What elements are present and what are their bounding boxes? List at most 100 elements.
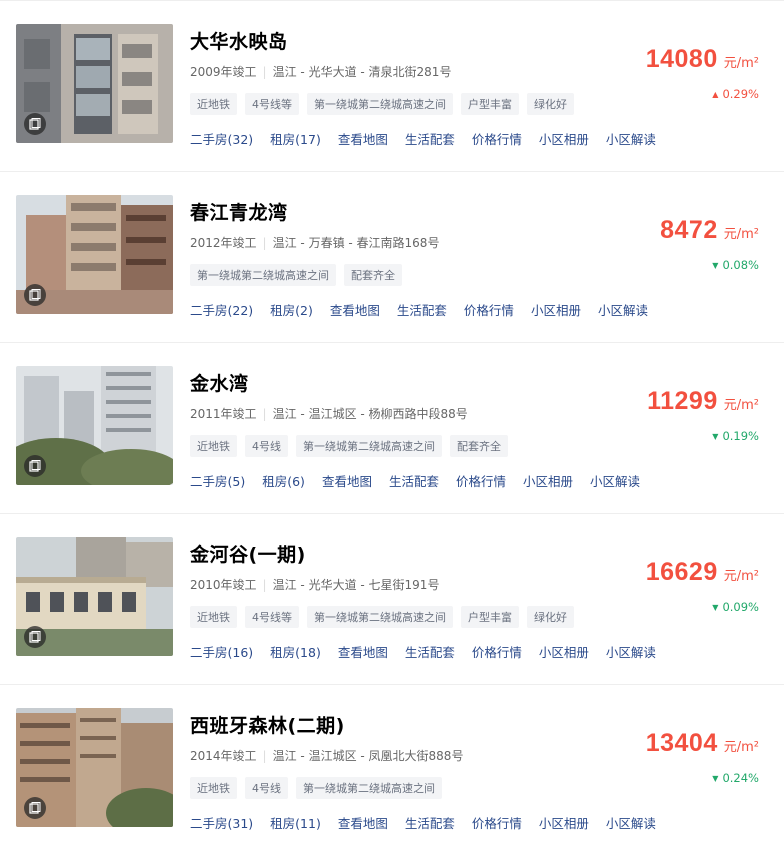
tag: 近地铁 [190, 93, 237, 115]
change-value: 0.08% [722, 258, 759, 272]
action-links: 二手房(5) 租房(6) 查看地图 生活配套 价格行情 小区相册 小区解读 [190, 471, 657, 490]
price-value: 14080 [645, 45, 718, 73]
district: 温江 [272, 749, 297, 763]
photo-album-icon[interactable] [24, 626, 46, 648]
arrow-up-icon: ▲ [712, 90, 719, 99]
address: 温江城区 - 凤凰北大街888号 [308, 749, 464, 763]
community-name[interactable]: 西班牙森林(二期) [190, 711, 345, 738]
link-analysis[interactable]: 小区解读 [598, 300, 648, 319]
tag: 4号线 [245, 777, 288, 799]
link-analysis[interactable]: 小区解读 [590, 471, 640, 490]
link-analysis[interactable]: 小区解读 [606, 813, 656, 832]
change-value: 0.24% [722, 771, 759, 785]
arrow-down-icon: ▼ [712, 261, 719, 270]
tag: 近地铁 [190, 606, 237, 628]
action-links: 二手房(22) 租房(2) 查看地图 生活配套 价格行情 小区相册 小区解读 [190, 300, 665, 319]
link-album[interactable]: 小区相册 [539, 129, 589, 148]
photo-album-icon[interactable] [24, 797, 46, 819]
community-name[interactable]: 大华水映岛 [190, 27, 288, 54]
link-amenities[interactable]: 生活配套 [405, 642, 455, 661]
link-map[interactable]: 查看地图 [338, 129, 388, 148]
link-price-trend[interactable]: 价格行情 [456, 471, 506, 490]
link-second-hand[interactable]: 二手房(22) [190, 300, 253, 319]
district: 温江 [272, 578, 297, 592]
tag: 第一绕城第二绕城高速之间 [307, 606, 453, 628]
community-name[interactable]: 春江青龙湾 [190, 198, 288, 225]
community-photo[interactable] [16, 537, 173, 656]
tag: 近地铁 [190, 777, 237, 799]
link-rental[interactable]: 租房(2) [270, 300, 313, 319]
link-rental[interactable]: 租房(17) [270, 129, 321, 148]
community-meta: 2012年竣工 | 温江 - 万春镇 - 春江南路168号 [190, 236, 440, 250]
tag: 第一绕城第二绕城高速之间 [190, 264, 336, 286]
link-album[interactable]: 小区相册 [531, 300, 581, 319]
build-year: 2009年竣工 [190, 65, 257, 79]
change-value: 0.09% [722, 600, 759, 614]
arrow-down-icon: ▼ [712, 432, 719, 441]
community-item: 金河谷(一期) 2010年竣工 | 温江 - 光华大道 - 七星街191号 近地铁 … [0, 513, 784, 684]
community-photo[interactable] [16, 708, 173, 827]
link-second-hand[interactable]: 二手房(16) [190, 642, 253, 661]
community-photo[interactable] [16, 366, 173, 485]
link-amenities[interactable]: 生活配套 [405, 813, 455, 832]
tag-list: 近地铁 4号线等 第一绕城第二绕城高速之间 户型丰富 绿化好 [190, 606, 574, 628]
link-map[interactable]: 查看地图 [338, 813, 388, 832]
community-meta: 2014年竣工 | 温江 - 温江城区 - 凤凰北大街888号 [190, 749, 464, 763]
link-price-trend[interactable]: 价格行情 [472, 813, 522, 832]
link-price-trend[interactable]: 价格行情 [472, 642, 522, 661]
photo-album-icon[interactable] [24, 284, 46, 306]
community-meta: 2011年竣工 | 温江 - 温江城区 - 杨柳西路中段88号 [190, 407, 468, 421]
price-unit: 元/m² [723, 227, 759, 242]
tag: 近地铁 [190, 435, 237, 457]
price-value: 13404 [645, 729, 718, 757]
tag: 4号线等 [245, 93, 299, 115]
price-unit: 元/m² [723, 569, 759, 584]
community-name[interactable]: 金河谷(一期) [190, 540, 306, 567]
link-map[interactable]: 查看地图 [322, 471, 372, 490]
link-second-hand[interactable]: 二手房(5) [190, 471, 245, 490]
price-change: ▲ 0.29% [712, 87, 759, 101]
price-unit: 元/m² [723, 740, 759, 755]
tag: 配套齐全 [450, 435, 508, 457]
tag: 第一绕城第二绕城高速之间 [307, 93, 453, 115]
link-map[interactable]: 查看地图 [330, 300, 380, 319]
link-amenities[interactable]: 生活配套 [389, 471, 439, 490]
price-change: ▼ 0.09% [712, 600, 759, 614]
link-rental[interactable]: 租房(11) [270, 813, 321, 832]
link-analysis[interactable]: 小区解读 [606, 642, 656, 661]
arrow-down-icon: ▼ [712, 603, 719, 612]
address: 万春镇 - 春江南路168号 [308, 236, 440, 250]
link-price-trend[interactable]: 价格行情 [464, 300, 514, 319]
tag: 绿化好 [527, 606, 574, 628]
address: 光华大道 - 清泉北街281号 [308, 65, 452, 79]
build-year: 2012年竣工 [190, 236, 257, 250]
action-links: 二手房(32) 租房(17) 查看地图 生活配套 价格行情 小区相册 小区解读 [190, 129, 673, 148]
link-album[interactable]: 小区相册 [539, 642, 589, 661]
community-photo[interactable] [16, 24, 173, 143]
community-list: 大华水映岛 2009年竣工 | 温江 - 光华大道 - 清泉北街281号 近地铁 4… [0, 0, 784, 855]
address: 光华大道 - 七星街191号 [308, 578, 440, 592]
price-value: 16629 [645, 558, 718, 586]
photo-album-icon[interactable] [24, 455, 46, 477]
action-links: 二手房(16) 租房(18) 查看地图 生活配套 价格行情 小区相册 小区解读 [190, 642, 673, 661]
link-amenities[interactable]: 生活配套 [405, 129, 455, 148]
link-second-hand[interactable]: 二手房(32) [190, 129, 253, 148]
price: 14080 元/m² [646, 45, 759, 74]
price-value: 11299 [647, 387, 718, 415]
price-unit: 元/m² [723, 398, 759, 413]
change-value: 0.29% [722, 87, 759, 101]
link-amenities[interactable]: 生活配套 [397, 300, 447, 319]
link-map[interactable]: 查看地图 [338, 642, 388, 661]
link-rental[interactable]: 租房(18) [270, 642, 321, 661]
photo-album-icon[interactable] [24, 113, 46, 135]
community-item: 金水湾 2011年竣工 | 温江 - 温江城区 - 杨柳西路中段88号 近地铁 4号… [0, 342, 784, 513]
link-album[interactable]: 小区相册 [539, 813, 589, 832]
community-photo[interactable] [16, 195, 173, 314]
price-value: 8472 [660, 216, 718, 244]
link-price-trend[interactable]: 价格行情 [472, 129, 522, 148]
link-album[interactable]: 小区相册 [523, 471, 573, 490]
community-name[interactable]: 金水湾 [190, 369, 249, 396]
link-second-hand[interactable]: 二手房(31) [190, 813, 253, 832]
link-rental[interactable]: 租房(6) [262, 471, 305, 490]
link-analysis[interactable]: 小区解读 [606, 129, 656, 148]
